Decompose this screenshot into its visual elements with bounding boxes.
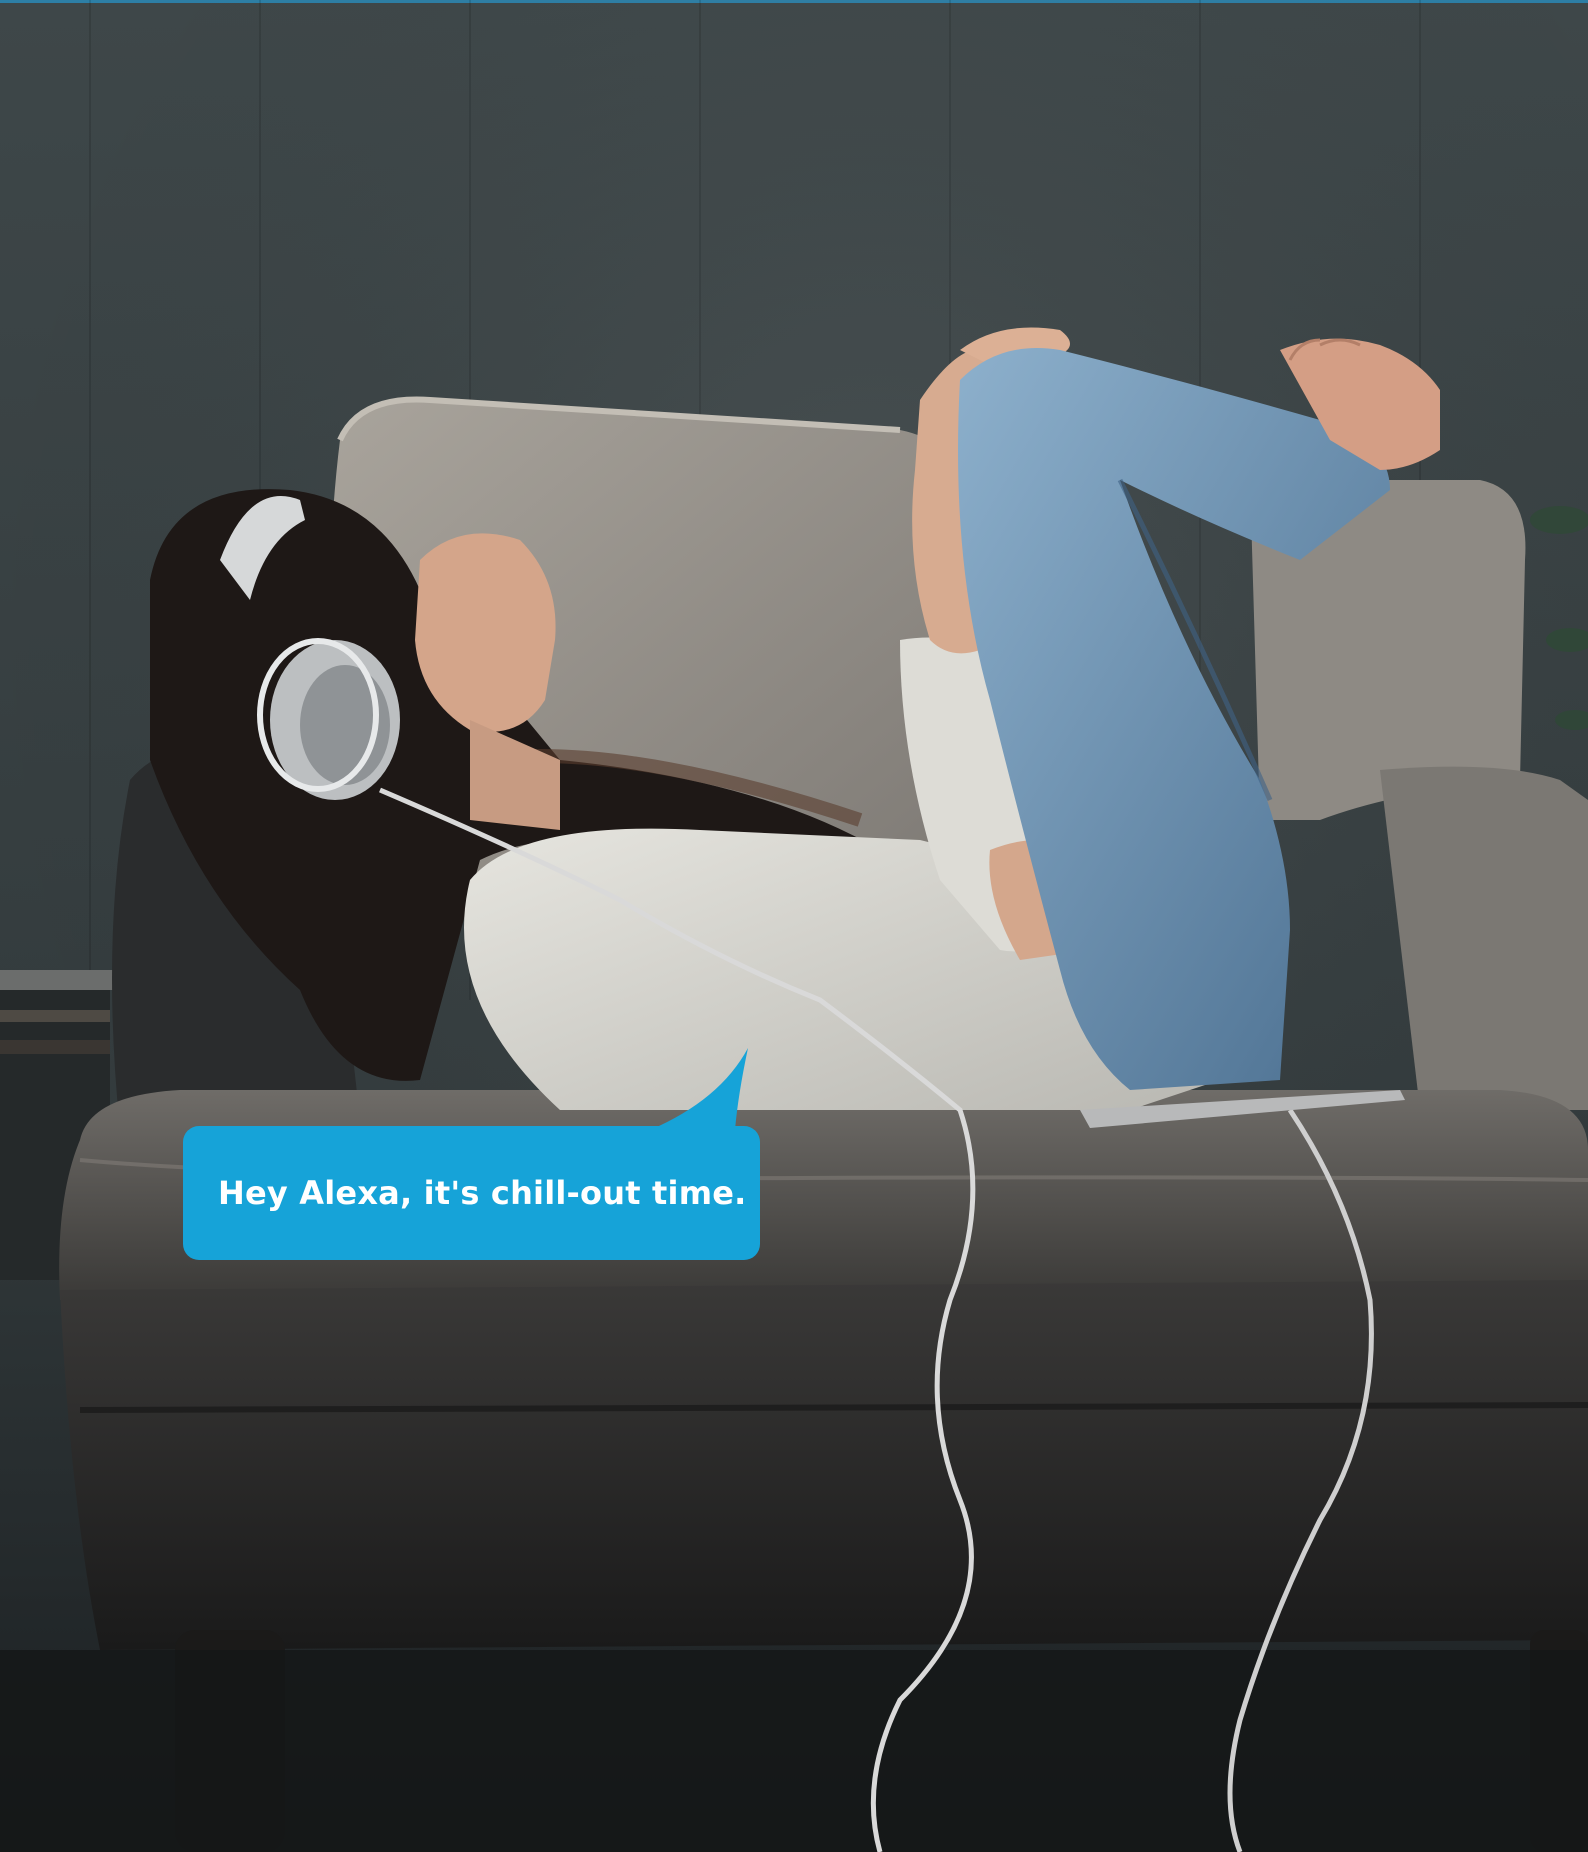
floor	[0, 1650, 1588, 1852]
sofa-base	[60, 1280, 1588, 1650]
speech-bubble: Hey Alexa, it's chill-out time.	[183, 1126, 760, 1260]
photo-scene: Hey Alexa, it's chill-out time.	[0, 0, 1588, 1852]
photo-illustration	[0, 0, 1588, 1852]
speech-bubble-text: Hey Alexa, it's chill-out time.	[218, 1174, 747, 1212]
